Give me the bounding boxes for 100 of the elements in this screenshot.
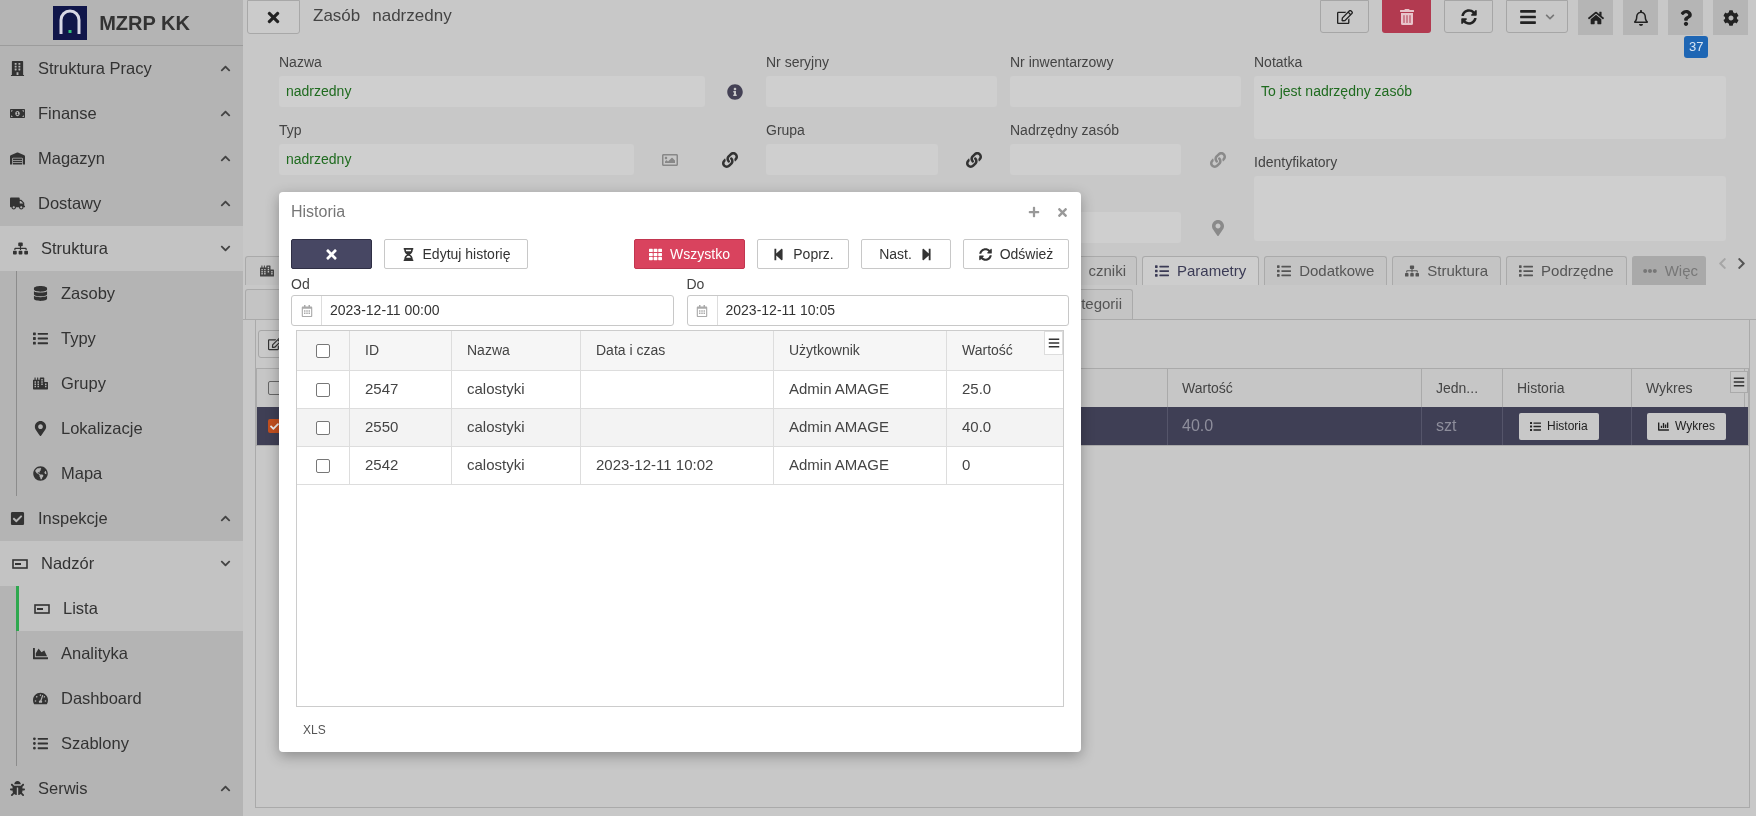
tab[interactable]: Struktura (1392, 256, 1502, 285)
menu-icon (1047, 337, 1060, 349)
sidebar-group[interactable]: Struktura (0, 226, 243, 271)
field-label: Notatka (1254, 52, 1303, 72)
sidebar-item[interactable]: Zasoby (17, 271, 243, 316)
column-header: Wykres (1646, 378, 1693, 398)
link-icon (1210, 152, 1226, 168)
sidebar-group[interactable]: Magazyn (0, 136, 243, 181)
sidebar-item[interactable]: Grupy (17, 361, 243, 406)
history-button[interactable]: Historia (1519, 412, 1599, 440)
export-link[interactable]: XLS (303, 723, 326, 737)
edit-button[interactable]: Edytuj historię (384, 239, 528, 269)
field-label: Nadrzędny zasób (1010, 120, 1119, 140)
field-label: Nr seryjny (766, 52, 829, 72)
refresh-icon (978, 247, 992, 261)
edit-button[interactable] (1320, 0, 1369, 33)
hourglass-icon (401, 247, 415, 261)
list-icon (1530, 420, 1541, 432)
plus-icon (1028, 206, 1040, 218)
page-title: Zasób (313, 5, 361, 28)
checkbox[interactable] (316, 382, 330, 397)
prev-button[interactable]: Poprz. (757, 239, 849, 269)
sidebar-group[interactable]: Finanse (0, 91, 243, 136)
table-cell-text: calostyki (467, 417, 525, 438)
table-cell-text: 2542 (365, 455, 399, 476)
date-field[interactable]: 2023-12-11 10:05 (686, 295, 1069, 326)
help-button[interactable] (1668, 0, 1703, 35)
grid-icon (649, 247, 663, 261)
list-icon (1277, 264, 1292, 278)
buildings-icon (260, 264, 274, 278)
menu-button[interactable] (1506, 0, 1568, 33)
bell-icon (1632, 9, 1649, 26)
dialog-title: Historia (291, 202, 347, 222)
chevron-icon (220, 783, 231, 794)
sidebar-item[interactable]: Typy (17, 316, 243, 361)
text-field[interactable]: nadrzedny (279, 144, 634, 175)
table-cell-text: 2550 (365, 417, 399, 438)
chevron-icon (220, 63, 231, 74)
chevron-icon (220, 558, 231, 569)
table-cell-text: 40.0 (962, 417, 992, 438)
delete-button[interactable] (1382, 0, 1431, 33)
table-cell-text: 25.0 (962, 379, 992, 400)
chevron-icon (220, 198, 231, 209)
sidebar-group[interactable]: Serwis (0, 766, 243, 811)
sidebar-item[interactable]: Dashboard (17, 676, 243, 721)
text-field[interactable]: nadrzedny (279, 76, 705, 107)
field-label: Typ (279, 120, 302, 140)
checkbox[interactable] (316, 458, 330, 473)
refresh-icon (1460, 8, 1477, 25)
edit-icon (1336, 8, 1353, 25)
checkbox-icon (9, 511, 25, 526)
chart-icon (1658, 420, 1669, 432)
close-button[interactable] (247, 0, 300, 34)
sidebar-group[interactable]: Nadzór (0, 541, 243, 586)
column-header: Historia (1517, 378, 1565, 398)
checkbox[interactable] (316, 420, 330, 435)
sidebar-group[interactable]: Struktura Pracy (0, 46, 243, 91)
sidebar-group[interactable]: Inspekcje (0, 496, 243, 541)
list-icon (32, 736, 48, 751)
table-cell-text: szt (1436, 416, 1457, 436)
notifications-button[interactable] (1623, 0, 1658, 35)
close-button[interactable] (291, 239, 372, 269)
trash-icon (1398, 8, 1415, 25)
table-cell-text: 0 (962, 455, 971, 476)
sidebar-item[interactable]: Szablony (17, 721, 243, 766)
rectangle-icon (34, 603, 50, 614)
bug-icon (9, 781, 25, 796)
chevron-icon (220, 153, 231, 164)
sidebar-item[interactable]: Lokalizacje (17, 406, 243, 451)
date-field[interactable]: 2023-12-11 00:00 (291, 295, 674, 326)
next-button[interactable]: Nast. (861, 239, 951, 269)
sidebar-item[interactable]: Analityka (17, 631, 243, 676)
all-button[interactable]: Wszystko (634, 239, 745, 269)
refresh-button[interactable]: Odśwież (963, 239, 1069, 269)
tab[interactable]: Podrzędne (1506, 256, 1627, 285)
chevron-icon (220, 108, 231, 119)
sidebar-item[interactable]: Lista (16, 586, 243, 631)
pin-icon (32, 421, 48, 436)
badge: 37 (1684, 36, 1709, 58)
tab[interactable]: Dodatkowe (1264, 256, 1388, 285)
refresh-button[interactable] (1444, 0, 1493, 33)
field-label: Od (291, 274, 311, 294)
home-button[interactable] (1578, 0, 1613, 35)
chevron-icon (220, 513, 231, 524)
skip-back-icon (772, 247, 786, 261)
table-cell-text: calostyki (467, 455, 525, 476)
chart-button[interactable]: Wykres (1647, 412, 1726, 440)
checkbox[interactable] (316, 343, 330, 358)
hierarchy-icon (12, 241, 28, 256)
sidebar-group[interactable]: Dostawy (0, 181, 243, 226)
globe-icon (32, 466, 48, 481)
settings-button[interactable] (1713, 0, 1748, 35)
database-icon (32, 286, 48, 301)
sidebar-item[interactable]: Mapa (17, 451, 243, 496)
text-field[interactable]: To jest nadrzędny zasób (1254, 76, 1726, 139)
table-cell-text: Admin AMAGE (789, 417, 890, 438)
tab[interactable]: Parametry (1142, 256, 1260, 285)
menu-icon (1519, 7, 1537, 26)
list-icon (32, 331, 48, 346)
column-header: Wartość (962, 341, 1013, 360)
